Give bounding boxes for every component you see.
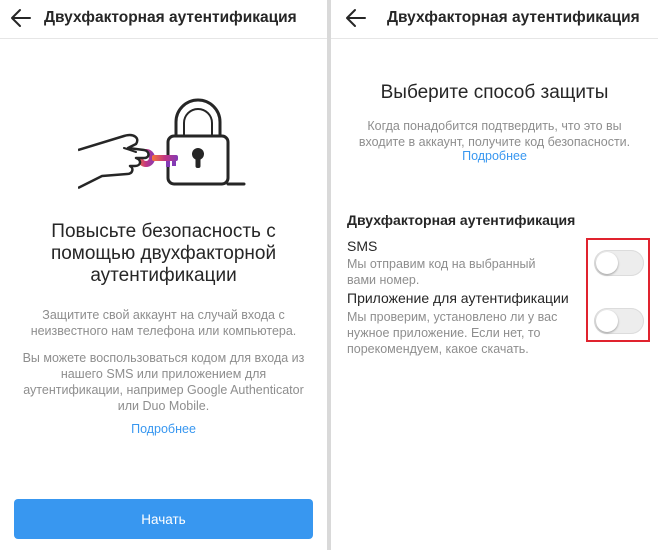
screen-title: Двухфакторная аутентификация [387, 9, 640, 26]
intro-screen: Двухфакторная аутентификация Повысьте бе… [0, 0, 327, 550]
back-arrow-icon[interactable] [345, 8, 367, 28]
auth-app-option-title: Приложение для аутентификации [347, 290, 569, 306]
top-bar: Двухфакторная аутентификация [331, 0, 658, 39]
learn-more-link[interactable]: Подробнее [331, 149, 658, 163]
screen-title: Двухфакторная аутентификация [44, 9, 297, 26]
toggle-knob [596, 252, 618, 274]
start-button[interactable]: Начать [14, 499, 313, 539]
sms-toggle[interactable] [594, 250, 644, 276]
top-bar: Двухфакторная аутентификация [0, 0, 327, 39]
choose-title: Выберите способ защиты [380, 82, 609, 103]
headline: Повысьте безопасность с помощью двухфакт… [50, 221, 277, 286]
hand-key-lock-illustration [78, 98, 246, 190]
toggle-knob [596, 310, 618, 332]
auth-app-option-description: Мы проверим, установлено ли у вас нужное… [347, 310, 558, 356]
choose-description: Когда понадобится подтвердить, что это в… [358, 119, 631, 149]
intro-text: Защитите свой аккаунт на случай входа с … [30, 308, 297, 338]
learn-more-link[interactable]: Подробнее [0, 422, 327, 436]
highlight-frame [586, 238, 650, 342]
section-label: Двухфакторная аутентификация [347, 212, 576, 228]
back-arrow-icon[interactable] [10, 8, 32, 28]
auth-app-toggle[interactable] [594, 308, 644, 334]
sms-option-title: SMS [347, 238, 378, 254]
choose-method-screen: Двухфакторная аутентификация Выберите сп… [331, 0, 658, 550]
methods-text: Вы можете воспользоваться кодом для вход… [22, 351, 305, 413]
sms-option-description: Мы отправим код на выбранный вами номер. [347, 257, 536, 287]
